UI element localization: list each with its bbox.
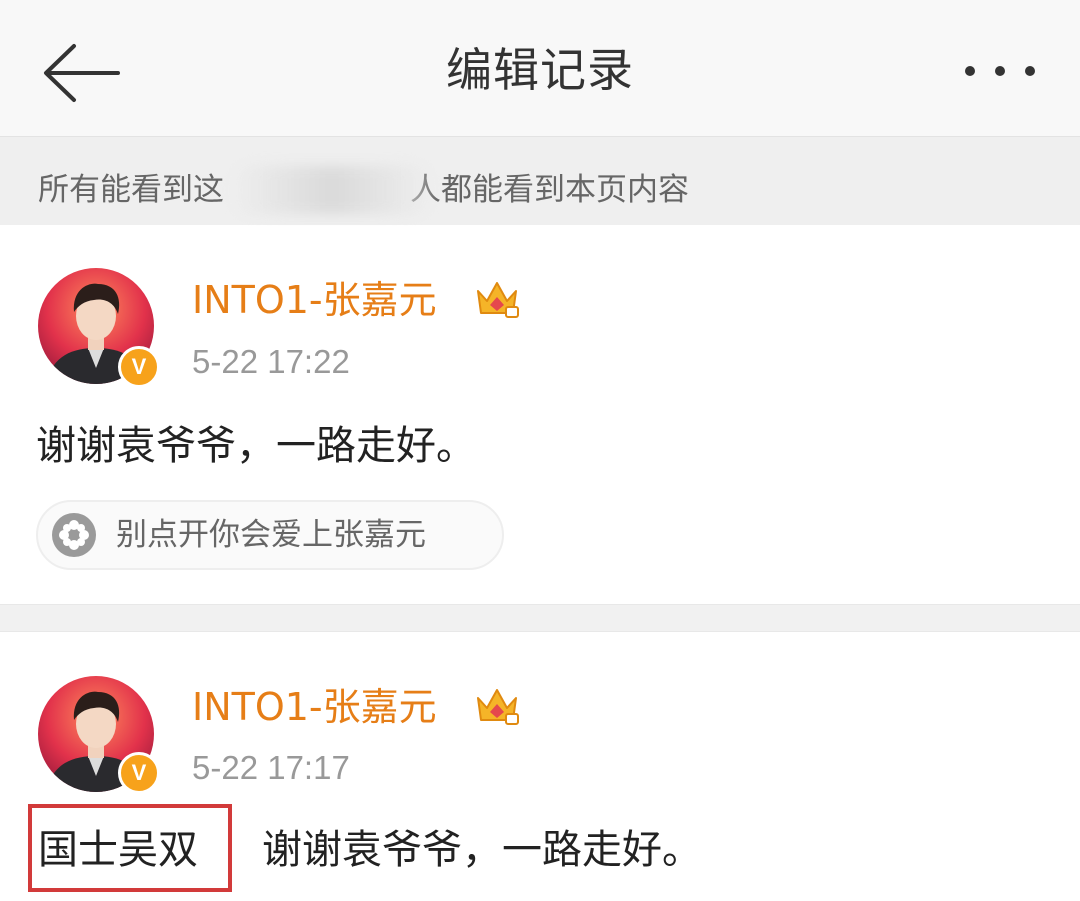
crown-icon [477,689,519,725]
username[interactable]: INTO1-张嘉元 [192,682,437,732]
username[interactable]: INTO1-张嘉元 [192,275,437,325]
post-timestamp: 5-22 17:22 [192,343,350,380]
navigation-bar: 编辑记录 [0,0,1080,137]
notice-text-before: 所有能看到这 [38,172,224,208]
more-button[interactable] [958,56,1042,86]
record-divider [0,604,1080,632]
flower-icon [52,513,96,557]
redacted-blur [232,166,432,214]
red-highlight-box [28,804,232,892]
page-title: 编辑记录 [446,43,634,97]
verified-badge-icon: V [118,752,160,794]
post-content: 谢谢袁爷爷，一路走好。 [262,827,702,873]
post-content: 谢谢袁爷爷，一路走好。 [36,423,476,469]
topic-tag[interactable]: 别点开你会爱上张嘉元 [36,500,504,570]
topic-tag-label: 别点开你会爱上张嘉元 [116,517,426,553]
post-timestamp: 5-22 17:17 [192,749,350,786]
verified-badge-icon: V [118,346,160,388]
more-dots-icon [965,66,1035,76]
notice-text-after: 人都能看到本页内容 [410,172,689,208]
crown-icon [477,282,519,318]
